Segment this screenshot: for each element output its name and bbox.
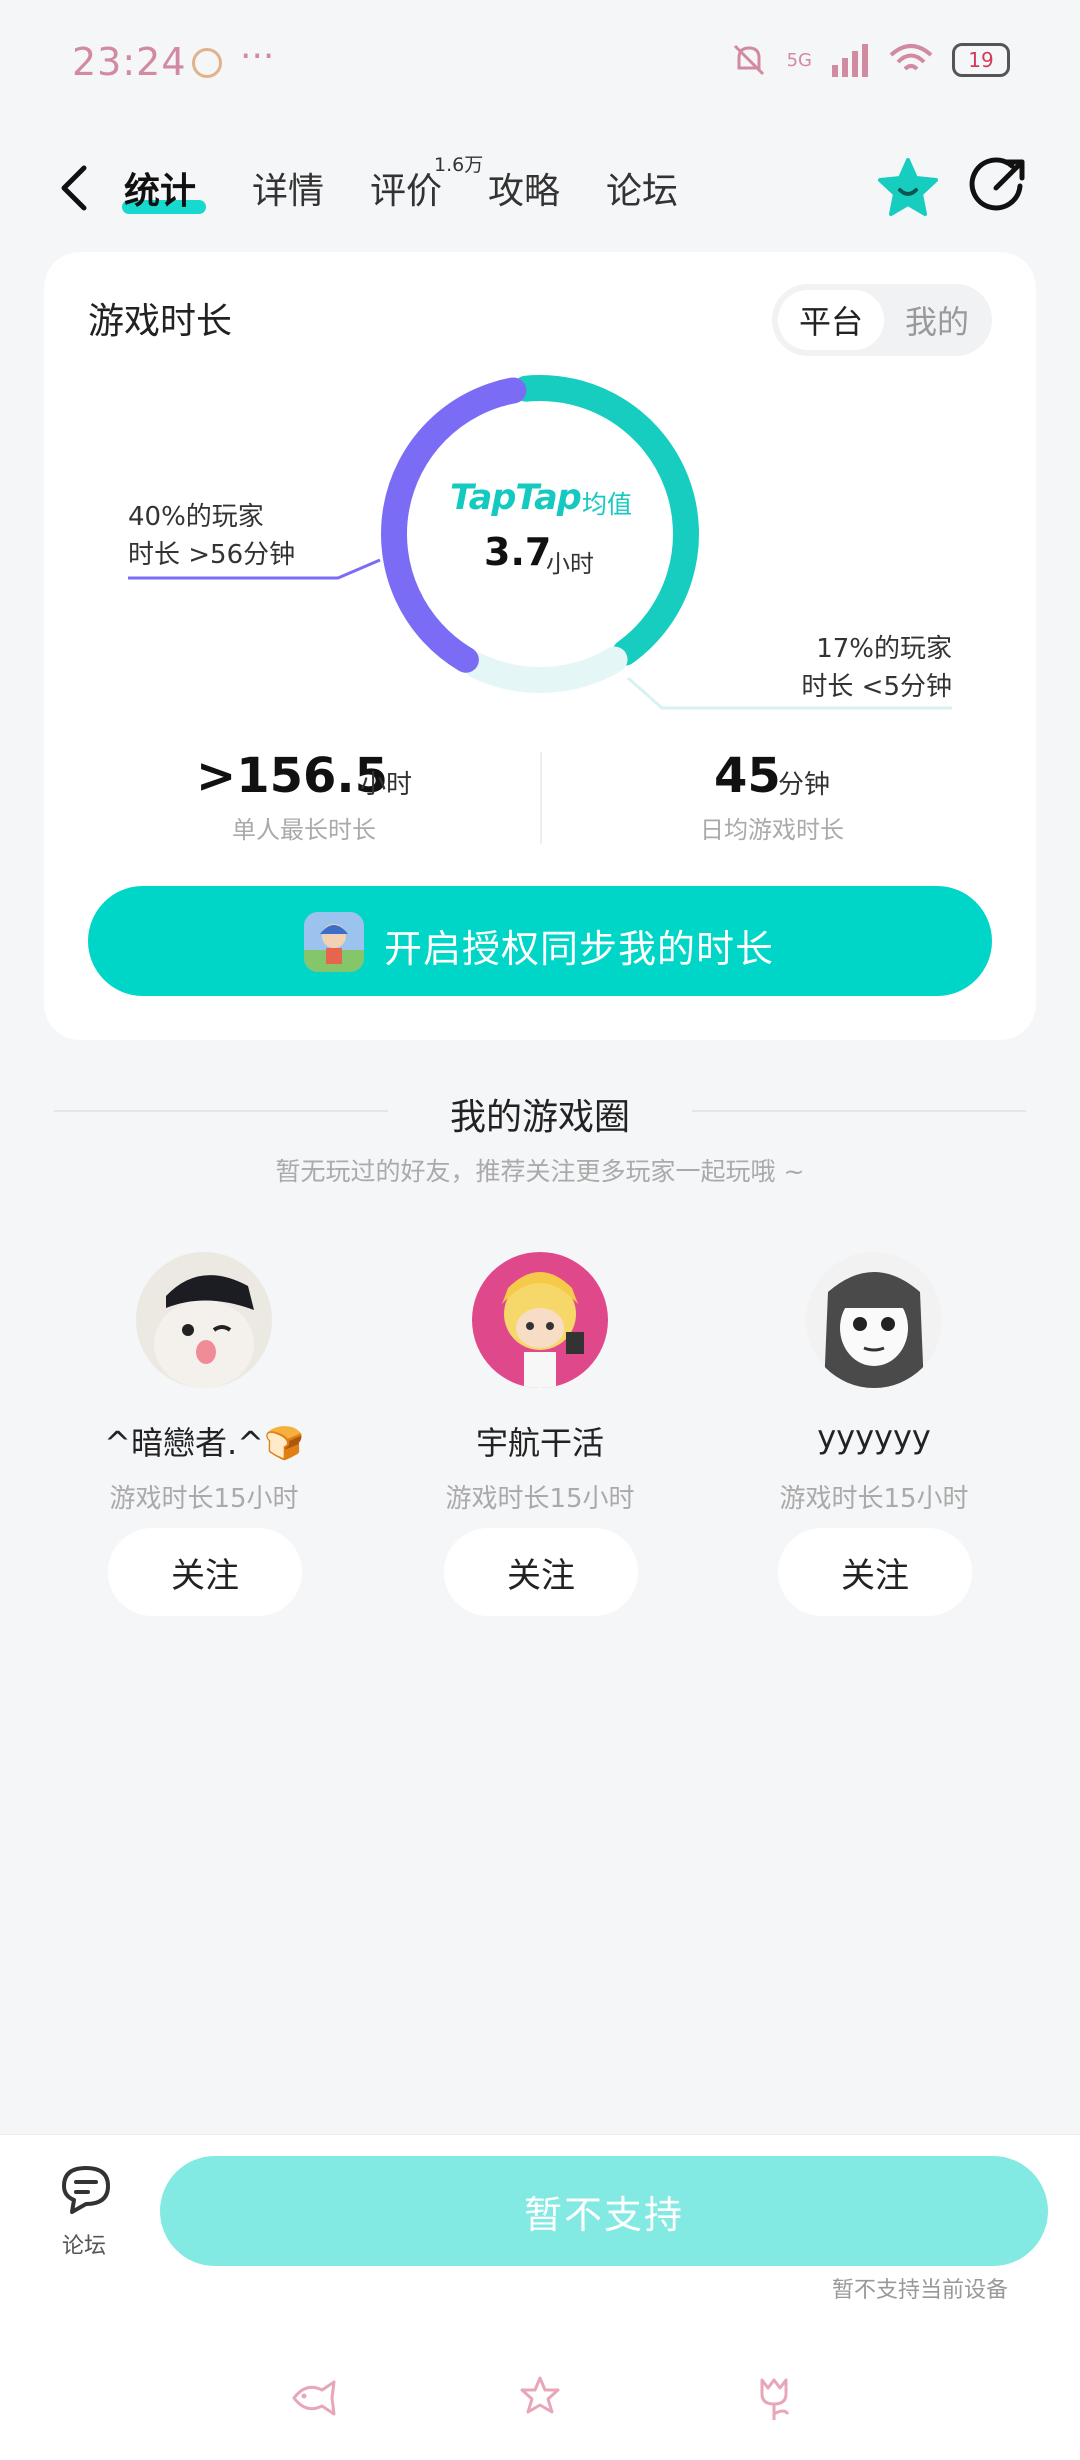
average-label: 均值 [582, 490, 633, 519]
average-value: 3.7 [484, 530, 552, 574]
flower-nav-icon[interactable] [512, 2370, 568, 2426]
user-avatar-manga[interactable] [806, 1252, 942, 1388]
stats-divider [540, 752, 542, 844]
taptap-logo: TapTap [450, 478, 582, 518]
ring-segment [381, 377, 527, 673]
fish-nav-icon[interactable] [286, 2370, 342, 2426]
max-playtime-unit: 小时 [360, 770, 413, 800]
game-circle-subtitle: 暂无玩过的好友，推荐关注更多玩家一起玩哦 ~ [275, 1157, 805, 1186]
tulip-nav-icon[interactable] [746, 2370, 802, 2426]
follow-button[interactable]: 关注 [108, 1528, 302, 1616]
follow-button[interactable]: 关注 [444, 1528, 638, 1616]
user-playtime: 游戏时长15小时 [779, 1484, 969, 1514]
user-name: yyyyyy [817, 1418, 931, 1456]
user-name: 宇航干活 [475, 1424, 604, 1462]
ring-segment [464, 646, 628, 693]
forum-icon[interactable] [58, 2162, 116, 2216]
game-app-icon [304, 912, 364, 972]
forum-label: 论坛 [62, 2234, 107, 2259]
average-unit: 小时 [546, 550, 594, 578]
unsupported-button[interactable]: 暂不支持 [160, 2156, 1048, 2266]
user-name: ^暗戀者.^🍞 [104, 1424, 304, 1462]
user-playtime: 游戏时长15小时 [109, 1484, 299, 1514]
right-note-line2: 时长 <5分钟 [801, 672, 952, 702]
right-note-line1: 17%的玩家 [816, 634, 952, 664]
follow-button[interactable]: 关注 [778, 1528, 972, 1616]
daily-playtime-value: 45 [714, 748, 781, 804]
daily-playtime-unit: 分钟 [778, 770, 831, 800]
left-note-line1: 40%的玩家 [128, 502, 264, 532]
sync-button-label: 开启授权同步我的时长 [384, 927, 775, 971]
max-playtime-label: 单人最长时长 [232, 816, 376, 844]
user-avatar-cat[interactable] [136, 1252, 272, 1388]
unsupported-device-note: 暂不支持当前设备 [831, 2278, 1008, 2303]
daily-playtime-label: 日均游戏时长 [700, 816, 844, 844]
user-avatar-anime[interactable] [472, 1252, 608, 1388]
user-playtime: 游戏时长15小时 [445, 1484, 635, 1514]
game-circle-title: 我的游戏圈 [449, 1097, 630, 1138]
left-note-line2: 时长 >56分钟 [128, 540, 296, 570]
